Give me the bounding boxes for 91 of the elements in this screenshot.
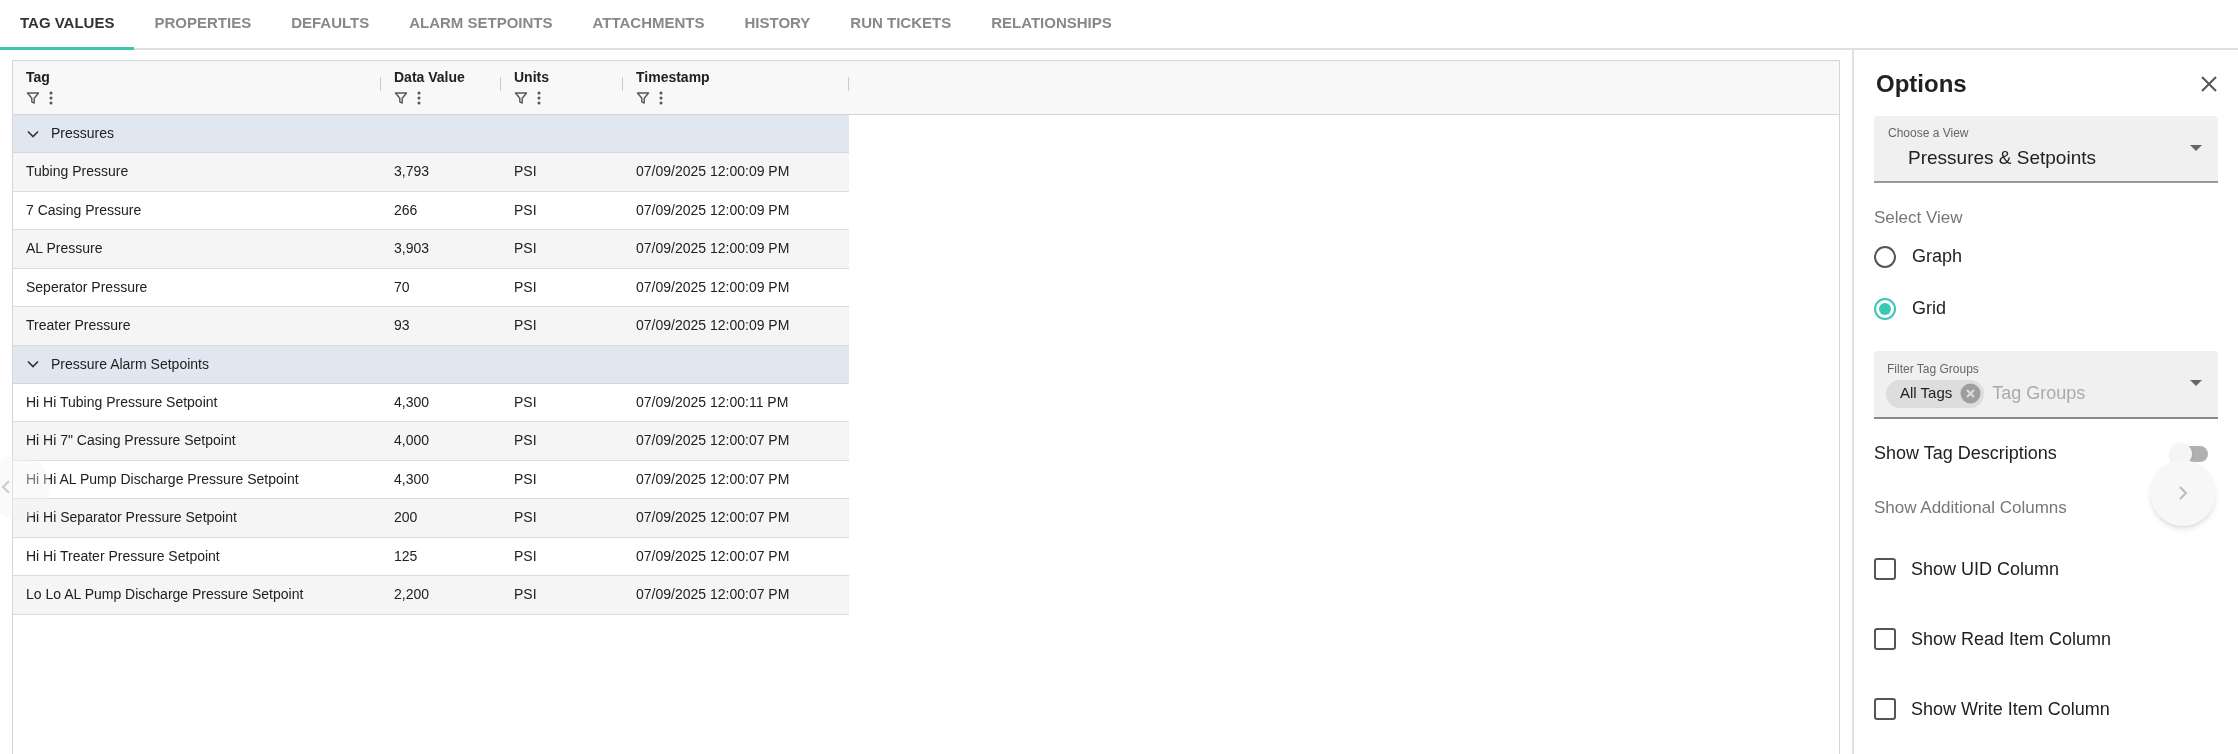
table-cell-text: Tubing Pressure — [25, 162, 130, 182]
table-cell-text: Hi Hi AL Pump Discharge Pressure Setpoint — [25, 469, 300, 489]
view-select[interactable]: Choose a View Pressures & Setpoints — [1874, 116, 2218, 183]
column-header[interactable]: Timestamp — [636, 67, 848, 88]
table-cell-text: 07/09/2025 12:00:07 PM — [635, 431, 791, 451]
filter-icon[interactable] — [514, 91, 528, 105]
group-label: Pressure Alarm Setpoints — [51, 354, 209, 374]
close-icon[interactable] — [2200, 75, 2218, 93]
column-menu-icon[interactable] — [417, 91, 421, 105]
column-header[interactable]: Data Value — [394, 67, 500, 88]
radio-label: Graph — [1912, 245, 1963, 268]
filter-icon[interactable] — [636, 91, 650, 105]
table-cell-text: Hi Hi Treater Pressure Setpoint — [25, 546, 221, 566]
checkbox[interactable] — [1874, 558, 1896, 580]
filter-icon[interactable] — [394, 91, 408, 105]
tab[interactable]: RUN TICKETS — [830, 0, 972, 50]
table-cell-text: 07/09/2025 12:00:07 PM — [635, 469, 791, 489]
checkbox-label: Show UID Column — [1911, 557, 2060, 581]
column-menu-icon[interactable] — [659, 91, 663, 105]
dropdown-caret-icon[interactable] — [2190, 145, 2202, 152]
table-cell-text: 07/09/2025 12:00:07 PM — [635, 546, 791, 566]
table-cell-text: PSI — [513, 162, 538, 182]
table-cell-text: 93 — [393, 316, 411, 336]
table-cell-text: 07/09/2025 12:00:09 PM — [635, 316, 791, 336]
table-cell-text: Treater Pressure — [25, 316, 132, 336]
table-cell-text: PSI — [513, 508, 538, 528]
tab[interactable]: HISTORY — [724, 0, 831, 50]
chevron-icon[interactable] — [27, 360, 39, 368]
filter-icon[interactable] — [26, 91, 40, 105]
table-cell-text: 2,200 — [393, 585, 431, 605]
group-row[interactable]: Pressure Alarm Setpoints — [13, 345, 849, 384]
column-menu-icon[interactable] — [49, 91, 53, 105]
radio-button[interactable] — [1874, 245, 1896, 268]
table-cell-text: 4,300 — [393, 392, 431, 412]
tab[interactable]: PROPERTIES — [134, 0, 272, 50]
table-cell-text: Seperator Pressure — [25, 277, 149, 297]
tag-group-filter[interactable]: Filter Tag Groups All Tags Tag Groups — [1874, 350, 2218, 419]
table-cell-text: Hi Hi Separator Pressure Setpoint — [25, 508, 238, 528]
tab[interactable]: ALARM SETPOINTS — [389, 0, 573, 50]
table-cell-text: Hi Hi 7" Casing Pressure Setpoint — [25, 431, 237, 451]
table-cell-text: PSI — [513, 469, 538, 489]
table-cell-text: 7 Casing Pressure — [25, 200, 143, 220]
table-cell-text: 07/09/2025 12:00:09 PM — [635, 200, 791, 220]
checkbox[interactable] — [1874, 628, 1896, 650]
table-cell-text: PSI — [513, 200, 538, 220]
table-cell-text: Hi Hi Tubing Pressure Setpoint — [25, 392, 219, 412]
table-cell-text: PSI — [513, 316, 538, 336]
table-cell-text: AL Pressure — [25, 239, 104, 259]
checkbox[interactable] — [1874, 698, 1896, 720]
table-cell-text: PSI — [513, 585, 538, 605]
column-header[interactable]: Tag — [26, 67, 380, 88]
table-cell-text: 4,300 — [393, 469, 431, 489]
column-header[interactable]: Units — [514, 67, 622, 88]
table-cell-text: 07/09/2025 12:00:09 PM — [635, 277, 791, 297]
section-label: Select View — [1874, 207, 1964, 229]
table-cell-text: PSI — [513, 239, 538, 259]
toggle-label: Show Tag Descriptions — [1874, 442, 2057, 465]
table-cell-text: 07/09/2025 12:00:07 PM — [635, 585, 791, 605]
table-cell-text: PSI — [513, 431, 538, 451]
checkbox-label: Show Read Item Column — [1911, 627, 2112, 651]
section-label: Show Additional Columns — [1874, 496, 2068, 519]
column-menu-icon[interactable] — [537, 91, 541, 105]
table-cell-text: 4,000 — [393, 431, 431, 451]
group-label: Pressures — [51, 124, 115, 143]
table-cell-text: 07/09/2025 12:00:09 PM — [635, 239, 791, 259]
table-cell-text: 3,903 — [393, 239, 431, 259]
table-cell-text: 07/09/2025 12:00:11 PM — [635, 392, 790, 412]
group-row[interactable]: Pressures — [13, 115, 849, 153]
radio-button[interactable] — [1874, 297, 1896, 320]
table-cell-text: 07/09/2025 12:00:07 PM — [635, 508, 791, 528]
table-cell-text: 266 — [393, 200, 419, 220]
tab[interactable]: TAG VALUES — [0, 0, 135, 50]
tag-chip[interactable]: All Tags — [1886, 379, 1985, 408]
tab[interactable]: ATTACHMENTS — [572, 0, 725, 50]
table-cell-text: 3,793 — [393, 162, 431, 182]
table-cell-text: 125 — [393, 546, 419, 566]
tab[interactable]: RELATIONSHIPS — [971, 0, 1132, 50]
checkbox-label: Show Write Item Column — [1911, 697, 2110, 721]
radio-label: Grid — [1912, 297, 1946, 320]
table-cell-text: Lo Lo AL Pump Discharge Pressure Setpoint — [25, 585, 305, 605]
table-cell-text: 70 — [393, 277, 411, 297]
table-cell-text: PSI — [513, 392, 538, 412]
chevron-icon[interactable] — [27, 129, 39, 138]
table-cell-text: PSI — [513, 546, 538, 566]
toggle-switch[interactable] — [2172, 445, 2208, 462]
panel-title: Options — [1876, 69, 1967, 99]
table-cell-text: PSI — [513, 277, 538, 297]
tab[interactable]: DEFAULTS — [271, 0, 390, 50]
table-cell-text: 200 — [393, 508, 419, 528]
table-cell-text: 07/09/2025 12:00:09 PM — [635, 162, 791, 182]
dropdown-caret-icon[interactable] — [2190, 380, 2202, 387]
